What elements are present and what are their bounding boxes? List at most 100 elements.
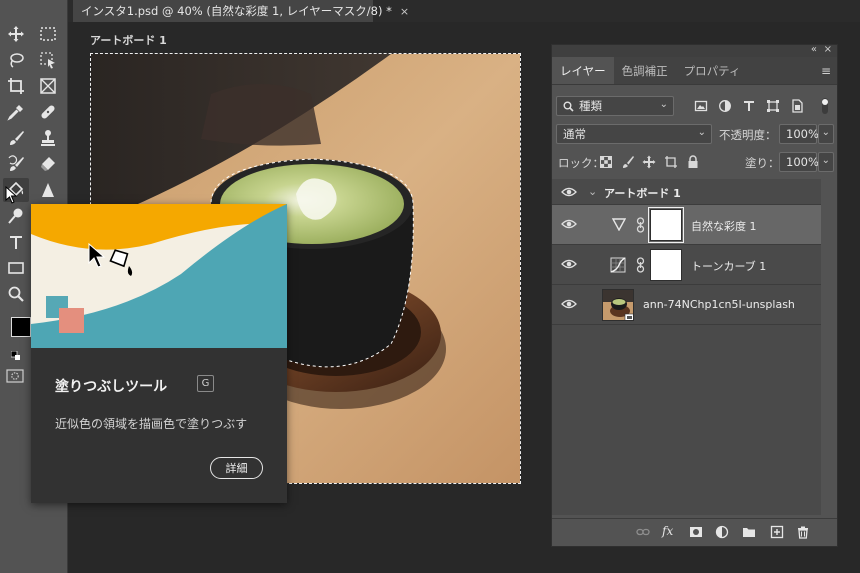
close-panel-icon[interactable]: ×	[824, 44, 832, 55]
layers-panel: « × レイヤー 色調補正 プロパティ ≡ 種類 ⌄ 通常 ⌄ 不透明度： 10…	[551, 44, 838, 547]
blend-mode-select[interactable]: 通常 ⌄	[556, 124, 712, 144]
eraser-icon[interactable]	[35, 152, 61, 176]
frame-icon[interactable]	[35, 74, 61, 98]
lock-all-icon[interactable]	[686, 155, 700, 169]
document-tab[interactable]: インスタ1.psd @ 40% (自然な彩度 1, レイヤーマスク/8) * ×	[73, 0, 409, 22]
filter-kind-select[interactable]: 種類 ⌄	[556, 96, 674, 116]
tool-tooltip: 塗りつぶしツール G 近似色の領域を描画色で塗りつぶす 詳細	[31, 204, 287, 503]
lock-label: ロック：	[558, 156, 604, 170]
tooltip-illustration	[31, 204, 287, 348]
mask-link-icon[interactable]	[636, 257, 645, 273]
tab-adjustments[interactable]: 色調補正	[614, 57, 676, 84]
lock-position-icon[interactable]	[642, 155, 656, 169]
vibrance-adjustment-icon	[612, 218, 626, 231]
chevron-down-icon: ⌄	[659, 99, 668, 110]
tooltip-title: 塗りつぶしツール	[55, 379, 168, 395]
opacity-dropdown[interactable]: ⌄	[818, 124, 834, 144]
eyedropper-icon[interactable]	[3, 100, 29, 124]
collapse-panel-icon[interactable]: «	[811, 44, 817, 55]
fill-input[interactable]: 100%	[779, 152, 819, 172]
new-layer-icon[interactable]	[770, 525, 784, 539]
pixel-filter-icon[interactable]	[694, 99, 708, 113]
panel-tabs: レイヤー 色調補正 プロパティ ≡	[552, 57, 837, 85]
artboard-label[interactable]: アートボード 1	[90, 32, 167, 48]
foreground-color-swatch[interactable]	[11, 317, 31, 337]
curves-adjustment-icon	[610, 257, 626, 273]
mouse-cursor-icon	[5, 185, 19, 204]
lock-transparent-icon[interactable]	[600, 156, 612, 168]
layer-row[interactable]: ann-74NChp1cn5I-unsplash	[552, 285, 822, 325]
layer-mask-thumbnail[interactable]	[650, 249, 682, 281]
lock-pixels-icon[interactable]	[621, 155, 635, 169]
tooltip-shortcut-badge: G	[197, 375, 214, 392]
visibility-eye-icon[interactable]	[561, 217, 577, 231]
clone-stamp-icon[interactable]	[35, 126, 61, 150]
adjustment-filter-icon[interactable]	[718, 99, 732, 113]
history-brush-icon[interactable]	[3, 152, 29, 176]
new-group-icon[interactable]	[742, 525, 756, 539]
lasso-icon[interactable]	[3, 48, 29, 72]
zoom-icon[interactable]	[3, 282, 29, 306]
crop-icon[interactable]	[3, 74, 29, 98]
mask-link-icon[interactable]	[636, 217, 645, 233]
layer-filter-row: 種類 ⌄	[552, 94, 839, 120]
visibility-eye-icon[interactable]	[561, 185, 577, 199]
blend-opacity-row: 通常 ⌄ 不透明度： 100% ⌄	[552, 122, 839, 148]
adjustment-layer-icon[interactable]	[715, 525, 729, 539]
default-colors-icon[interactable]	[10, 346, 21, 360]
layer-name: アートボード 1	[604, 187, 681, 200]
close-tab-icon[interactable]: ×	[400, 5, 409, 18]
chevron-down-icon: ⌄	[821, 127, 830, 138]
shape-filter-icon[interactable]	[766, 99, 780, 113]
healing-brush-icon[interactable]	[35, 100, 61, 124]
link-layers-icon[interactable]	[636, 525, 650, 539]
object-selection-icon[interactable]	[35, 48, 61, 72]
artboard-group-row[interactable]: ⌄ アートボード 1	[552, 179, 822, 205]
type-filter-icon[interactable]	[742, 99, 756, 113]
lock-artboard-icon[interactable]	[664, 155, 678, 169]
layer-name: ann-74NChp1cn5I-unsplash	[643, 298, 795, 311]
trash-icon[interactable]	[796, 525, 810, 539]
rectangle-icon[interactable]	[3, 256, 29, 280]
chevron-down-icon: ⌄	[697, 127, 706, 138]
panel-bottom-bar: fx	[552, 518, 837, 546]
fx-icon[interactable]: fx	[662, 524, 673, 538]
blend-mode-value: 通常	[563, 127, 586, 141]
panel-menu-icon[interactable]: ≡	[821, 64, 831, 78]
photoshop-window: インスタ1.psd @ 40% (自然な彩度 1, レイヤーマスク/8) * ×…	[0, 0, 860, 573]
brush-icon[interactable]	[3, 126, 29, 150]
document-tab-bar: インスタ1.psd @ 40% (自然な彩度 1, レイヤーマスク/8) * ×	[68, 0, 860, 22]
layer-mask-thumbnail[interactable]	[648, 207, 684, 243]
rectangular-marquee-icon[interactable]	[35, 22, 61, 46]
smart-object-filter-icon[interactable]	[790, 99, 804, 113]
fill-dropdown[interactable]: ⌄	[818, 152, 834, 172]
quick-mask-icon[interactable]	[6, 368, 24, 383]
dodge-icon[interactable]	[3, 204, 29, 228]
visibility-eye-icon[interactable]	[561, 297, 577, 311]
layer-row[interactable]: トーンカーブ 1	[552, 245, 822, 285]
learn-more-button[interactable]: 詳細	[210, 457, 263, 479]
document-tab-title: インスタ1.psd @ 40% (自然な彩度 1, レイヤーマスク/8) *	[81, 4, 392, 18]
opacity-input[interactable]: 100%	[779, 124, 819, 144]
layers-scrollbar[interactable]	[821, 179, 837, 515]
photo-layer-thumbnail[interactable]	[602, 289, 634, 321]
filter-toggle-icon[interactable]	[820, 97, 830, 115]
chevron-down-icon: ⌄	[821, 155, 830, 166]
add-mask-icon[interactable]	[689, 525, 703, 539]
type-icon[interactable]	[3, 230, 29, 254]
layer-row[interactable]: 自然な彩度 1	[552, 205, 822, 245]
layer-name: トーンカーブ 1	[691, 260, 767, 273]
search-icon	[563, 101, 574, 112]
tab-properties[interactable]: プロパティ	[676, 57, 749, 84]
fill-value: 100%	[786, 155, 819, 169]
tooltip-description: 近似色の領域を描画色で塗りつぶす	[55, 417, 248, 431]
layers-list: ⌄ アートボード 1 自然な彩度 1 トーンカーブ 1 ann-74NChp1c…	[552, 179, 822, 515]
visibility-eye-icon[interactable]	[561, 257, 577, 271]
move-tool-icon[interactable]	[3, 22, 29, 46]
tab-layers[interactable]: レイヤー	[552, 57, 614, 84]
lock-fill-row: ロック： 塗り： 100% ⌄	[552, 150, 839, 176]
chevron-down-icon[interactable]: ⌄	[588, 185, 597, 198]
opacity-value: 100%	[786, 127, 819, 141]
fill-label: 塗り：	[745, 156, 780, 170]
blur-icon[interactable]	[35, 178, 61, 202]
